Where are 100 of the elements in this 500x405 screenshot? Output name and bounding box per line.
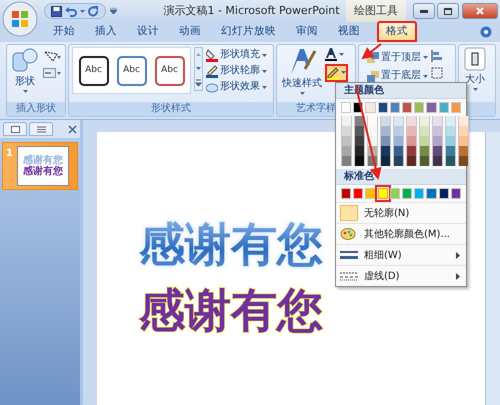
color-swatch[interactable] (419, 136, 430, 146)
save-icon[interactable] (51, 6, 62, 16)
slides-tab[interactable] (3, 122, 27, 136)
menu-item[interactable]: 粗细(W) (336, 244, 466, 265)
color-swatch[interactable] (419, 156, 430, 166)
color-swatch[interactable] (438, 102, 449, 113)
color-swatch[interactable] (378, 102, 388, 113)
color-swatch[interactable] (406, 146, 417, 156)
color-swatch[interactable] (458, 136, 469, 146)
ribbon-command[interactable]: 形状轮廓 (206, 63, 267, 79)
text-box-icon[interactable] (43, 66, 61, 78)
color-swatch[interactable] (353, 188, 364, 199)
color-swatch[interactable] (380, 116, 391, 126)
color-swatch[interactable] (445, 156, 456, 166)
color-swatch[interactable] (432, 156, 443, 166)
color-swatch[interactable] (393, 156, 404, 166)
ribbon-command[interactable]: 置于顶层 (367, 50, 428, 66)
color-swatch[interactable] (445, 136, 456, 146)
ribbon-tab[interactable]: 视图 (329, 21, 369, 42)
color-swatch[interactable] (406, 136, 417, 146)
gallery-scroll-icon[interactable] (194, 47, 203, 91)
color-swatch[interactable] (450, 102, 462, 113)
ribbon-tab[interactable]: 设计 (128, 21, 168, 42)
color-swatch[interactable] (380, 146, 391, 156)
close-icon[interactable] (68, 124, 77, 134)
color-swatch[interactable] (458, 126, 469, 136)
color-swatch[interactable] (354, 146, 365, 156)
ribbon-tab[interactable]: 插入 (86, 21, 126, 42)
vertical-scrollbar[interactable] (485, 132, 500, 405)
color-swatch[interactable] (445, 146, 456, 156)
menu-item[interactable]: 无轮廓(N) (336, 202, 466, 223)
undo-icon[interactable] (65, 6, 77, 16)
color-swatch[interactable] (419, 146, 430, 156)
color-swatch[interactable] (380, 126, 391, 136)
color-swatch[interactable] (426, 102, 437, 113)
outline-tab[interactable] (29, 122, 53, 136)
color-swatch[interactable] (354, 136, 365, 146)
maximize-button[interactable] (437, 3, 459, 19)
color-swatch[interactable] (450, 188, 462, 199)
color-swatch[interactable] (354, 126, 365, 136)
color-swatch[interactable] (393, 136, 404, 146)
color-swatch[interactable] (402, 188, 412, 199)
ribbon-command[interactable]: 形状填充 (206, 47, 267, 63)
color-swatch[interactable] (438, 188, 449, 199)
color-swatch[interactable] (367, 126, 378, 136)
wordart-text[interactable]: 感谢有您 (139, 282, 323, 338)
ribbon-tab[interactable]: 格式 (377, 21, 417, 42)
edit-points-icon[interactable] (43, 50, 61, 62)
color-swatch[interactable] (458, 156, 469, 166)
color-swatch[interactable] (341, 136, 352, 146)
ribbon-command[interactable]: 形状效果 (206, 79, 267, 95)
ribbon-command[interactable]: 置于底层 (367, 68, 428, 84)
slide-thumbnail-row[interactable]: 1 感谢有您 感谢有您 (2, 142, 78, 190)
color-swatch[interactable] (406, 126, 417, 136)
color-swatch[interactable] (365, 188, 376, 199)
color-swatch[interactable] (406, 116, 417, 126)
ribbon-tab[interactable]: 动画 (170, 21, 210, 42)
shapes-button[interactable]: 形状 (10, 47, 40, 93)
close-button[interactable] (462, 3, 498, 19)
color-swatch[interactable] (341, 102, 352, 113)
color-swatch[interactable] (419, 126, 430, 136)
ribbon-tab[interactable]: 开始 (44, 21, 84, 42)
quick-styles-button[interactable]: 快速样式 (280, 47, 324, 95)
color-swatch[interactable] (414, 102, 424, 113)
color-swatch[interactable] (458, 146, 469, 156)
color-swatch[interactable] (432, 146, 443, 156)
menu-item[interactable]: 虚线(D) (336, 265, 466, 286)
ribbon-tab[interactable]: 审阅 (287, 21, 327, 42)
color-swatch[interactable] (432, 126, 443, 136)
color-swatch[interactable] (393, 146, 404, 156)
minimize-button[interactable] (412, 3, 434, 19)
color-swatch[interactable] (390, 102, 400, 113)
color-swatch[interactable] (445, 116, 456, 126)
color-swatch[interactable] (432, 136, 443, 146)
color-swatch[interactable] (380, 136, 391, 146)
color-swatch[interactable] (341, 126, 352, 136)
color-swatch[interactable] (354, 156, 365, 166)
color-swatch[interactable] (402, 102, 412, 113)
color-swatch[interactable] (341, 156, 352, 166)
text-outline-button[interactable] (325, 64, 348, 82)
help-icon[interactable] (480, 26, 492, 38)
color-swatch[interactable] (393, 126, 404, 136)
color-swatch[interactable] (367, 116, 378, 126)
ribbon-tab[interactable]: 幻灯片放映 (212, 21, 285, 42)
color-swatch[interactable] (341, 146, 352, 156)
menu-item[interactable]: 其他轮廓颜色(M)... (336, 223, 466, 244)
color-swatch[interactable] (432, 116, 443, 126)
color-swatch[interactable] (393, 116, 404, 126)
color-swatch[interactable] (378, 188, 388, 199)
color-swatch[interactable] (445, 126, 456, 136)
color-swatch[interactable] (365, 102, 376, 113)
color-swatch[interactable] (419, 116, 430, 126)
redo-icon[interactable] (88, 6, 99, 16)
customize-toolbar-icon[interactable] (110, 8, 117, 14)
color-swatch[interactable] (426, 188, 437, 199)
color-swatch[interactable] (414, 188, 424, 199)
color-swatch[interactable] (406, 156, 417, 166)
color-swatch[interactable] (341, 188, 352, 199)
color-swatch[interactable] (380, 156, 391, 166)
color-swatch[interactable] (390, 188, 400, 199)
